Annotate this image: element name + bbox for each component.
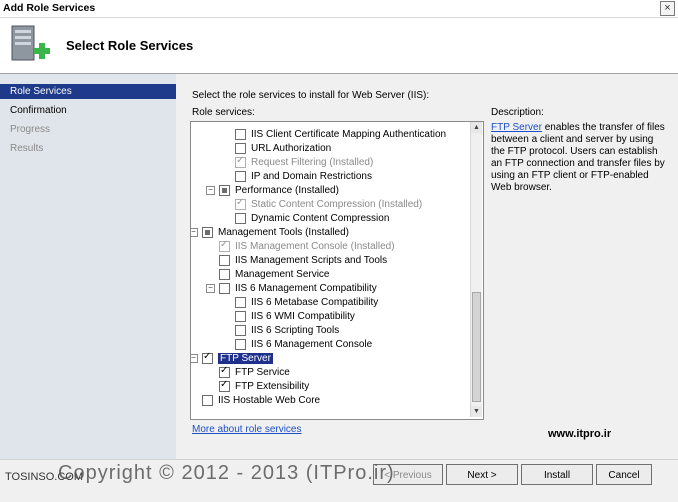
server-add-icon <box>11 25 50 61</box>
checkbox[interactable] <box>235 324 246 336</box>
checkbox: ✓ <box>235 154 246 168</box>
tree-row[interactable]: − Performance (Installed) <box>206 183 339 197</box>
tree-row[interactable]: Management Service <box>219 267 330 281</box>
scroll-down-icon[interactable]: ▼ <box>471 406 482 417</box>
checkbox[interactable] <box>219 268 230 280</box>
tree-row[interactable]: IIS 6 Metabase Compatibility <box>235 295 378 309</box>
tree-row[interactable]: IIS 6 Scripting Tools <box>235 323 339 337</box>
sidebar-item-results: Results <box>10 143 44 154</box>
checkbox[interactable] <box>219 282 230 294</box>
tree-row-label: Dynamic Content Compression <box>251 212 390 224</box>
checkbox: ✓ <box>219 238 230 252</box>
tree-row-label: IIS Client Certificate Mapping Authentic… <box>251 128 447 140</box>
partial-check-icon <box>205 229 210 235</box>
tree-row-label: FTP Server <box>218 352 273 364</box>
role-services-label: Role services: <box>192 107 255 118</box>
tree-row[interactable]: ✓ Static Content Compression (Installed) <box>235 197 422 211</box>
checkbox[interactable] <box>235 310 246 322</box>
checkbox[interactable]: ✓ <box>219 364 230 378</box>
tree-row[interactable]: IIS 6 Management Console <box>235 337 372 351</box>
check-icon: ✓ <box>220 238 229 250</box>
description-text: FTP Server enables the transfer of files… <box>491 122 669 194</box>
tree-row-label: FTP Service <box>235 366 290 378</box>
tree-row-label: Management Service <box>235 268 330 280</box>
checkbox[interactable] <box>202 394 213 406</box>
check-icon: ✓ <box>220 364 229 376</box>
check-icon: ✓ <box>220 378 229 390</box>
title-bar: Add Role Services × <box>0 0 678 18</box>
checkbox[interactable] <box>235 142 246 154</box>
tree-row[interactable]: − Management Tools (Installed) <box>191 225 349 239</box>
checkbox[interactable] <box>219 254 230 266</box>
check-icon: ✓ <box>236 196 245 208</box>
tree-row[interactable]: − ✓ FTP Server <box>191 350 273 365</box>
checkbox: ✓ <box>235 196 246 210</box>
tree-row-label: IIS 6 Metabase Compatibility <box>251 296 379 308</box>
description-label: Description: <box>491 107 544 118</box>
tree-row-label: Request Filtering (Installed) <box>251 156 374 168</box>
scroll-up-icon[interactable]: ▲ <box>471 122 482 133</box>
cancel-button[interactable]: Cancel <box>596 464 652 485</box>
scroll-thumb[interactable] <box>472 292 481 402</box>
checkbox[interactable]: ✓ <box>219 378 230 392</box>
tree-scrollbar[interactable]: ▲ ▼ <box>470 122 482 417</box>
tree-row[interactable]: IIS Hostable Web Core <box>202 393 320 407</box>
instruction-text: Select the role services to install for … <box>192 90 430 101</box>
check-icon: ✓ <box>236 154 245 166</box>
site-text: www.itpro.ir <box>548 428 612 440</box>
tree-collapse-icon[interactable]: − <box>191 353 198 363</box>
sidebar-item-progress: Progress <box>10 124 51 135</box>
tree-collapse-icon[interactable]: − <box>206 283 215 293</box>
tree-row-label: Performance (Installed) <box>235 184 339 196</box>
tree-row[interactable]: IIS Management Scripts and Tools <box>219 253 387 267</box>
tree-row-label: IP and Domain Restrictions <box>251 170 372 182</box>
checkbox[interactable] <box>235 212 246 224</box>
checkbox[interactable] <box>235 128 246 140</box>
install-button[interactable]: Install <box>521 464 593 485</box>
checkbox[interactable]: ✓ <box>202 350 213 364</box>
checkbox[interactable] <box>235 338 246 350</box>
tree-row[interactable]: Dynamic Content Compression <box>235 211 389 225</box>
page-title: Select Role Services <box>66 38 194 53</box>
tree-row[interactable]: IP and Domain Restrictions <box>235 169 372 183</box>
tree-row[interactable]: − IIS 6 Management Compatibility <box>206 281 377 295</box>
tree-row-label: Management Tools (Installed) <box>218 226 349 238</box>
tree-row-label: IIS 6 WMI Compatibility <box>251 310 355 322</box>
checkbox[interactable] <box>235 296 246 308</box>
tree-row-label: IIS Management Scripts and Tools <box>235 254 388 266</box>
copyright-overlay: Copyright © 2012 - 2013 (ITPro.ir) <box>58 462 395 484</box>
checkbox[interactable] <box>219 184 230 196</box>
tree-row-label: IIS 6 Management Compatibility <box>235 282 377 294</box>
tree-row-label: Static Content Compression (Installed) <box>251 198 423 210</box>
tree-row-label: IIS 6 Management Console <box>251 338 373 350</box>
close-button[interactable]: × <box>660 1 675 16</box>
tree-row[interactable]: URL Authorization <box>235 141 331 155</box>
tree-row[interactable]: IIS 6 WMI Compatibility <box>235 309 355 323</box>
tree-row[interactable]: ✓ Request Filtering (Installed) <box>235 155 373 169</box>
tree-collapse-icon[interactable]: − <box>206 185 215 195</box>
role-services-tree[interactable]: IIS Client Certificate Mapping Authentic… <box>190 121 484 420</box>
tree-row-label: FTP Extensibility <box>235 380 310 392</box>
wizard-sidebar: Role Services Confirmation Progress Resu… <box>0 74 176 459</box>
window-title: Add Role Services <box>3 2 96 14</box>
tree-row[interactable]: ✓ FTP Service <box>219 365 290 379</box>
tree-row[interactable]: ✓ IIS Management Console (Installed) <box>219 239 395 253</box>
check-icon: ✓ <box>203 350 212 362</box>
tree-row-label: IIS 6 Scripting Tools <box>251 324 340 336</box>
tree-row[interactable]: IIS Client Certificate Mapping Authentic… <box>235 127 446 141</box>
tree-row-label: IIS Management Console (Installed) <box>235 240 395 252</box>
tree-row-label: IIS Hostable Web Core <box>218 394 321 406</box>
more-about-role-services-link[interactable]: More about role services <box>192 424 302 435</box>
checkbox[interactable] <box>202 226 213 238</box>
checkbox[interactable] <box>235 170 246 182</box>
next-button[interactable]: Next > <box>446 464 518 485</box>
tree-row[interactable]: ✓ FTP Extensibility <box>219 379 309 393</box>
partial-check-icon <box>222 187 227 193</box>
sidebar-item-confirmation[interactable]: Confirmation <box>0 103 176 118</box>
wizard-header: Select Role Services <box>0 18 678 74</box>
sidebar-item-role-services[interactable]: Role Services <box>0 84 176 99</box>
description-link[interactable]: FTP Server <box>491 122 542 133</box>
tree-collapse-icon[interactable]: − <box>191 227 198 237</box>
tree-row-label: URL Authorization <box>251 142 332 154</box>
